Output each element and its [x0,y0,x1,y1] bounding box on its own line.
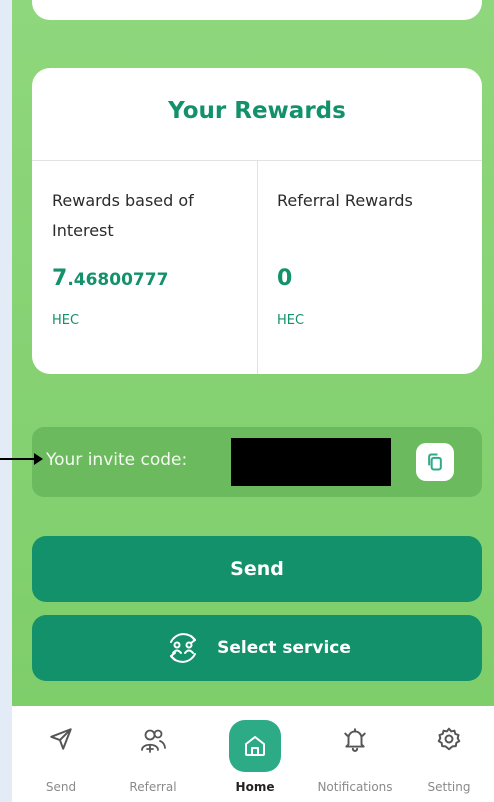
nav-referral-label: Referral [129,780,177,794]
rewards-column-divider [257,160,258,374]
top-card [32,0,482,20]
gear-icon [436,726,462,752]
nav-setting-label: Setting [427,780,471,794]
annotation-arrow-line [0,458,34,460]
referral-rewards: Referral Rewards 0 HEC [277,186,467,328]
interest-rewards-label: Rewards based of Interest [52,191,194,240]
nav-home[interactable]: Home [210,706,300,802]
interest-rewards-unit: HEC [52,313,80,328]
interest-value-decimal: .46800777 [67,270,169,290]
nav-setting[interactable]: Setting [404,706,494,802]
referral-rewards-value: 0 [277,266,467,291]
app-screen: Your Rewards Rewards based of Interest 7… [12,0,494,802]
interest-rewards: Rewards based of Interest 7.46800777 HEC [52,186,242,328]
referral-rewards-label: Referral Rewards [277,191,413,210]
nav-send[interactable]: Send [16,706,106,802]
nav-referral[interactable]: Referral [108,706,198,802]
invite-code-value-redacted [231,438,391,486]
bottom-navigation: Send Referral Home Notifications Setting [12,706,494,802]
referral-value-number: 0 [277,266,293,291]
annotation-arrow-head [34,453,43,465]
swap-users-icon [163,632,203,664]
home-active-indicator [229,720,281,772]
interest-value-integer: 7 [52,266,68,291]
invite-code-bar: Your invite code: [32,427,482,497]
select-service-button[interactable]: Select service [32,615,482,681]
referral-rewards-unit: HEC [277,313,305,328]
interest-rewards-value: 7.46800777 [52,266,242,291]
nav-notifications[interactable]: Notifications [310,706,400,802]
select-service-label: Select service [217,638,351,658]
send-icon [48,726,74,752]
rewards-card: Your Rewards Rewards based of Interest 7… [32,68,482,374]
rewards-title: Your Rewards [168,98,346,124]
bell-icon [342,726,368,752]
add-user-icon [139,726,167,754]
nav-home-label: Home [235,780,275,794]
send-button-label: Send [230,558,284,580]
send-button[interactable]: Send [32,536,482,602]
invite-code-label: Your invite code: [46,450,188,470]
nav-notifications-label: Notifications [317,780,393,794]
copy-invite-button[interactable] [416,443,454,481]
home-icon [243,734,267,758]
nav-send-label: Send [45,780,77,794]
copy-icon [425,452,445,472]
